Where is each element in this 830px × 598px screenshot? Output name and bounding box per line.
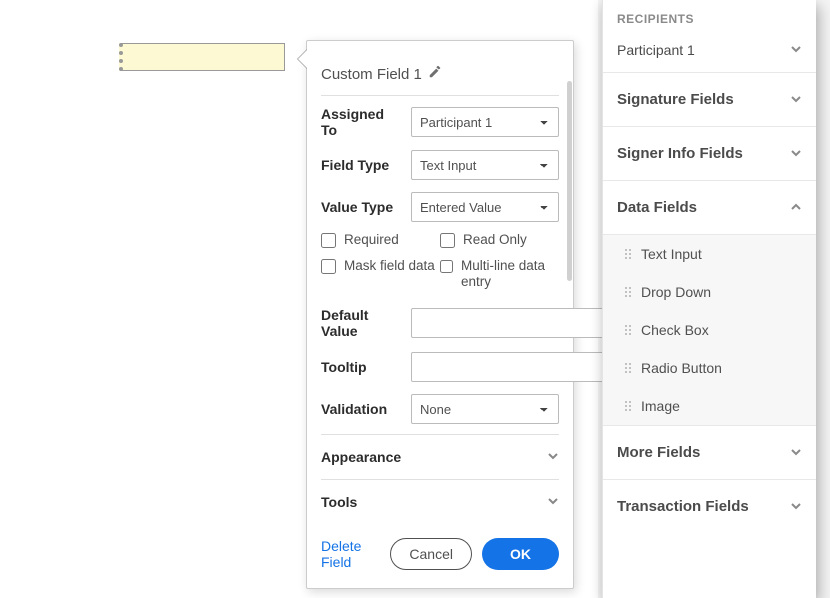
validation-label: Validation — [321, 401, 403, 417]
sidebar: RECIPIENTS Participant 1 Signature Field… — [602, 0, 816, 598]
recipients-header: RECIPIENTS — [603, 0, 816, 32]
chevron-down-icon — [790, 445, 802, 461]
grip-icon — [625, 287, 631, 297]
recipient-value: Participant 1 — [617, 42, 695, 58]
readonly-checkbox[interactable] — [440, 233, 455, 248]
data-fields-sublist: Text Input Drop Down Check Box Radio But… — [603, 235, 816, 426]
multiline-checkbox-row[interactable]: Multi-line data entry — [440, 258, 559, 290]
mask-label: Mask field data — [344, 258, 435, 274]
section-title: Data Fields — [617, 199, 697, 216]
grip-icon — [625, 325, 631, 335]
multiline-label: Multi-line data entry — [461, 258, 559, 290]
required-checkbox[interactable] — [321, 233, 336, 248]
section-signature-fields[interactable]: Signature Fields — [603, 73, 816, 127]
popover-title: Custom Field 1 — [321, 66, 422, 83]
default-value-input[interactable] — [411, 308, 605, 338]
section-data-fields[interactable]: Data Fields — [603, 181, 816, 235]
chevron-down-icon — [790, 92, 802, 108]
popover-title-row: Custom Field 1 — [321, 55, 559, 96]
field-type-label: Field Type — [321, 157, 403, 173]
section-signer-info-fields[interactable]: Signer Info Fields — [603, 127, 816, 181]
grip-icon — [625, 401, 631, 411]
chevron-down-icon — [790, 42, 802, 58]
palette-item-label: Radio Button — [641, 360, 722, 376]
tooltip-label: Tooltip — [321, 359, 403, 375]
chevron-down-icon — [790, 499, 802, 515]
assigned-to-label: Assigned To — [321, 106, 403, 138]
placed-field-rect[interactable] — [119, 43, 285, 71]
assigned-to-select[interactable]: Participant 1 — [411, 107, 559, 137]
palette-item-label: Check Box — [641, 322, 709, 338]
readonly-checkbox-row[interactable]: Read Only — [440, 232, 559, 248]
default-value-label: Default Value — [321, 307, 403, 341]
palette-item-check-box[interactable]: Check Box — [603, 311, 816, 349]
edit-name-icon[interactable] — [428, 65, 442, 83]
tools-label: Tools — [321, 494, 357, 510]
section-title: Signer Info Fields — [617, 145, 743, 162]
readonly-label: Read Only — [463, 232, 527, 248]
palette-item-text-input[interactable]: Text Input — [603, 235, 816, 273]
field-properties-popover: Custom Field 1 Assigned To Participant 1… — [306, 40, 574, 589]
section-transaction-fields[interactable]: Transaction Fields — [603, 480, 816, 533]
chevron-down-icon — [790, 146, 802, 162]
chevron-up-icon — [790, 200, 802, 216]
mask-checkbox-row[interactable]: Mask field data — [321, 258, 440, 290]
recipient-selector[interactable]: Participant 1 — [603, 32, 816, 73]
required-checkbox-row[interactable]: Required — [321, 232, 440, 248]
grip-icon — [625, 249, 631, 259]
palette-item-label: Text Input — [641, 246, 702, 262]
appearance-label: Appearance — [321, 449, 401, 465]
cancel-button[interactable]: Cancel — [390, 538, 472, 570]
field-type-select[interactable]: Text Input — [411, 150, 559, 180]
appearance-accordion[interactable]: Appearance — [321, 434, 559, 479]
popover-scrollbar[interactable] — [567, 81, 572, 281]
tools-accordion[interactable]: Tools — [321, 479, 559, 524]
grip-icon — [625, 363, 631, 373]
chevron-down-icon — [547, 449, 559, 465]
palette-item-label: Image — [641, 398, 680, 414]
mask-checkbox[interactable] — [321, 259, 336, 274]
section-title: Transaction Fields — [617, 498, 749, 515]
section-title: More Fields — [617, 444, 700, 461]
value-type-label: Value Type — [321, 199, 403, 215]
tooltip-input[interactable] — [411, 352, 605, 382]
chevron-down-icon — [547, 494, 559, 510]
delete-field-link[interactable]: Delete Field — [321, 538, 380, 570]
section-more-fields[interactable]: More Fields — [603, 426, 816, 480]
value-type-select[interactable]: Entered Value — [411, 192, 559, 222]
palette-item-drop-down[interactable]: Drop Down — [603, 273, 816, 311]
section-title: Signature Fields — [617, 91, 734, 108]
palette-item-label: Drop Down — [641, 284, 711, 300]
palette-item-image[interactable]: Image — [603, 387, 816, 425]
ok-button[interactable]: OK — [482, 538, 559, 570]
required-label: Required — [344, 232, 399, 248]
palette-item-radio-button[interactable]: Radio Button — [603, 349, 816, 387]
multiline-checkbox[interactable] — [440, 259, 453, 274]
validation-select[interactable]: None — [411, 394, 559, 424]
